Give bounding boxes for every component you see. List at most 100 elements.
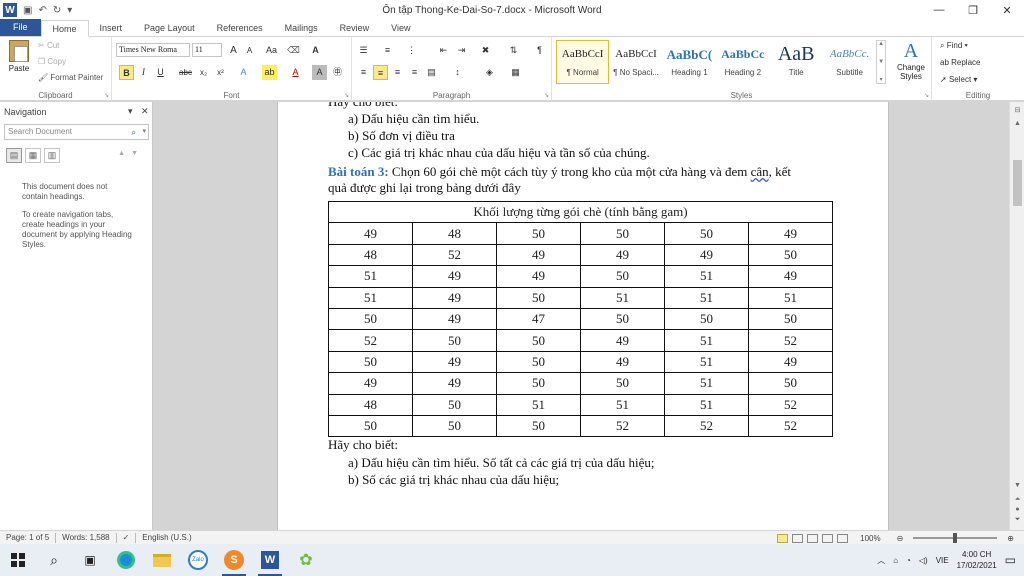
full-screen-reading-icon[interactable] bbox=[792, 533, 804, 543]
character-shading-icon[interactable]: A bbox=[312, 65, 327, 80]
language-indicator[interactable]: English (U.S.) bbox=[142, 533, 191, 542]
chevron-down-icon[interactable]: ▼ bbox=[878, 59, 884, 65]
line-spacing-icon[interactable]: ↕ bbox=[450, 65, 465, 80]
undo-icon[interactable]: ↶ bbox=[38, 5, 46, 16]
word-taskbar-icon[interactable]: W bbox=[252, 544, 288, 576]
format-painter-button[interactable]: 🖌 Format Painter bbox=[38, 73, 103, 82]
subscript-button[interactable]: x₂ bbox=[196, 65, 211, 80]
scroll-down-icon[interactable]: ▼ bbox=[1010, 482, 1024, 489]
web-layout-icon[interactable] bbox=[807, 533, 819, 543]
shrink-font-button[interactable]: A bbox=[242, 43, 257, 58]
character-border-icon[interactable]: A bbox=[308, 43, 323, 58]
previous-page-icon[interactable]: ⏶ bbox=[1010, 496, 1024, 504]
align-right-icon[interactable]: ≡ bbox=[390, 65, 405, 80]
change-styles-button[interactable]: A Change Styles bbox=[894, 40, 928, 81]
word-app-icon[interactable]: W bbox=[3, 3, 17, 17]
show-formatting-icon[interactable]: ¶ bbox=[532, 43, 547, 58]
zoom-in-icon[interactable]: ⊕ bbox=[1007, 534, 1014, 543]
underline-button[interactable]: U bbox=[153, 65, 168, 80]
shading-icon[interactable]: ◈ bbox=[482, 65, 497, 80]
search-icon[interactable]: ⌕ bbox=[132, 126, 136, 140]
decrease-indent-icon[interactable]: ⇤ bbox=[436, 43, 451, 58]
align-center-icon[interactable]: ≡ bbox=[373, 65, 388, 80]
grow-font-button[interactable]: A bbox=[226, 43, 241, 58]
style-title[interactable]: AaB Title bbox=[770, 40, 823, 84]
numbering-icon[interactable]: ≡ bbox=[380, 43, 395, 58]
font-size-select[interactable]: 11 bbox=[192, 43, 222, 57]
draft-view-icon[interactable] bbox=[837, 533, 849, 543]
skype-icon[interactable]: S bbox=[216, 544, 252, 576]
task-view-icon[interactable]: ▣ bbox=[72, 544, 108, 576]
tab-home[interactable]: Home bbox=[40, 20, 89, 37]
browse-results-tab[interactable]: ▥ bbox=[44, 148, 60, 163]
copy-button[interactable]: ❐ Copy bbox=[38, 57, 66, 66]
bold-button[interactable]: B bbox=[119, 65, 134, 80]
outline-view-icon[interactable] bbox=[822, 533, 834, 543]
show-hidden-icons-icon[interactable]: ︿ bbox=[877, 555, 885, 566]
spelling-flag[interactable]: cân bbox=[751, 164, 769, 179]
ruler-toggle-icon[interactable]: ⊟ bbox=[1010, 106, 1024, 114]
tab-insert[interactable]: Insert bbox=[89, 20, 134, 36]
edge-icon[interactable] bbox=[108, 544, 144, 576]
increase-indent-icon[interactable]: ⇥ bbox=[454, 43, 469, 58]
superscript-button[interactable]: x² bbox=[213, 65, 228, 80]
italic-button[interactable]: I bbox=[136, 65, 151, 80]
font-family-select[interactable]: Times New Roma bbox=[116, 43, 190, 57]
close-button[interactable]: ✕ bbox=[990, 0, 1024, 20]
file-explorer-icon[interactable] bbox=[144, 544, 180, 576]
next-page-icon[interactable]: ⏷ bbox=[1010, 516, 1024, 524]
tab-references[interactable]: References bbox=[206, 20, 274, 36]
tab-review[interactable]: Review bbox=[329, 20, 381, 36]
zoom-slider-thumb[interactable] bbox=[953, 533, 958, 543]
browse-headings-tab[interactable]: ▤ bbox=[6, 148, 22, 163]
search-icon[interactable]: ⌕ bbox=[36, 544, 72, 576]
start-button[interactable] bbox=[0, 544, 36, 576]
search-document-input[interactable]: Search Document ⌕ ▾ bbox=[4, 124, 149, 140]
input-language[interactable]: VIE bbox=[936, 556, 949, 565]
style-heading-2[interactable]: AaBbCc Heading 2 bbox=[716, 40, 769, 84]
clock[interactable]: 4:00 CH 17/02/2021 bbox=[957, 549, 997, 571]
minimize-button[interactable]: — bbox=[922, 0, 956, 20]
zoom-slider[interactable] bbox=[913, 533, 998, 543]
browse-pages-tab[interactable]: ▦ bbox=[25, 148, 41, 163]
distributed-icon[interactable]: ▤ bbox=[424, 65, 439, 80]
tab-page-layout[interactable]: Page Layout bbox=[133, 20, 206, 36]
borders-icon[interactable]: ▦ bbox=[508, 65, 523, 80]
proofing-icon[interactable]: ✓ bbox=[123, 533, 130, 542]
dialog-launcher-icon[interactable]: ↘ bbox=[924, 92, 929, 99]
pane-options-icon[interactable]: ▾ bbox=[128, 106, 133, 117]
style-subtitle[interactable]: AaBbCc. Subtitle bbox=[823, 40, 876, 84]
close-pane-icon[interactable]: ✕ bbox=[141, 106, 149, 117]
cut-button[interactable]: ✂ Cut bbox=[38, 41, 59, 50]
asian-layout-icon[interactable]: ✖ bbox=[478, 43, 493, 58]
zoom-level[interactable]: 100% bbox=[860, 534, 880, 543]
find-button[interactable]: ⌕ Find ▾ bbox=[940, 41, 968, 51]
dialog-launcher-icon[interactable]: ↘ bbox=[344, 92, 349, 99]
style-no-spacing[interactable]: AaBbCcI ¶ No Spaci... bbox=[609, 40, 662, 84]
select-button[interactable]: ➚ Select ▾ bbox=[940, 75, 977, 84]
bullets-icon[interactable]: ☰ bbox=[356, 43, 371, 58]
scrollbar-thumb[interactable] bbox=[1013, 160, 1022, 206]
select-browse-object-icon[interactable]: ● bbox=[1010, 506, 1024, 513]
clear-formatting-icon[interactable]: ⌫ bbox=[286, 43, 301, 58]
notifications-icon[interactable]: ▭ bbox=[1005, 553, 1016, 567]
enclose-characters-icon[interactable]: ㊥ bbox=[330, 65, 345, 80]
redo-icon[interactable]: ↻ bbox=[53, 5, 61, 16]
vertical-scrollbar[interactable]: ⊟ ▲ ▼ ⏶ ● ⏷ bbox=[1009, 102, 1024, 530]
chevron-up-icon[interactable]: ▲ bbox=[878, 41, 884, 47]
text-effects-icon[interactable]: A bbox=[236, 65, 251, 80]
more-icon[interactable]: ▾ bbox=[880, 76, 883, 83]
pinned-app-icon[interactable]: ✿ bbox=[288, 544, 324, 576]
zalo-icon[interactable]: Zalo bbox=[180, 544, 216, 576]
document-page[interactable]: Hãy cho biết: a) Dấu hiệu cần tìm hiểu. … bbox=[277, 102, 889, 530]
scroll-up-icon[interactable]: ▲ bbox=[1010, 120, 1024, 127]
style-heading-1[interactable]: AaBbC( Heading 1 bbox=[663, 40, 716, 84]
dialog-launcher-icon[interactable]: ↘ bbox=[104, 92, 109, 99]
font-color-icon[interactable]: A bbox=[288, 65, 303, 80]
wifi-icon[interactable]: ◔ bbox=[906, 556, 911, 565]
network-icon[interactable]: ⌂ bbox=[893, 556, 898, 565]
tab-view[interactable]: View bbox=[380, 20, 421, 36]
change-case-button[interactable]: Aa bbox=[264, 43, 279, 58]
page-count[interactable]: Page: 1 of 5 bbox=[6, 533, 49, 542]
customize-qat-icon[interactable]: ▾ bbox=[67, 5, 72, 16]
